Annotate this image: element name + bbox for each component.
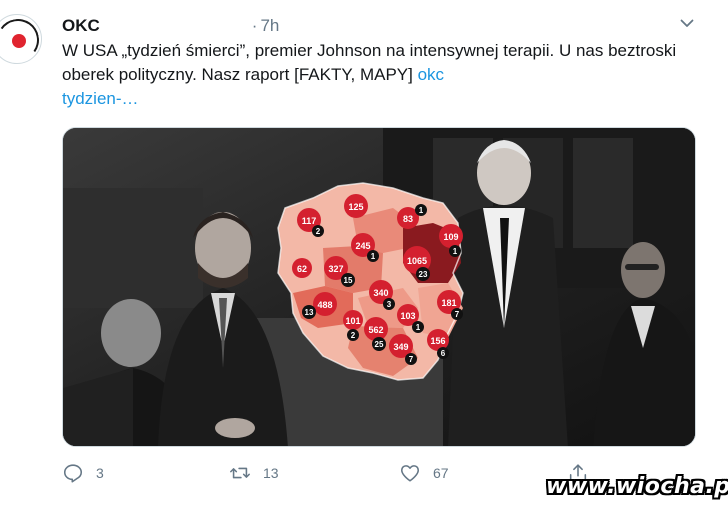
cases-label: 125 <box>348 202 363 212</box>
deaths-label: 1 <box>416 323 421 332</box>
deaths-label: 25 <box>375 340 384 349</box>
like-button[interactable]: 67 <box>399 458 449 488</box>
cases-label: 109 <box>443 232 458 242</box>
region-label: 125 <box>344 194 368 218</box>
deaths-label: 7 <box>409 355 414 364</box>
cases-label: 103 <box>400 311 415 321</box>
deaths-label: 2 <box>351 331 356 340</box>
deaths-label: 1 <box>419 206 424 215</box>
cases-label: 1065 <box>407 256 427 266</box>
cases-label: 101 <box>345 316 360 326</box>
like-count: 67 <box>433 465 449 481</box>
region-label: 62 <box>292 258 312 278</box>
watermark: www.wiocha.pl <box>546 474 728 499</box>
cases-label: 488 <box>317 300 332 310</box>
deaths-label: 1 <box>453 247 458 256</box>
cases-label: 327 <box>328 264 343 274</box>
tweet-text-body: W USA „tydzień śmierci”, premier Johnson… <box>62 41 677 84</box>
tweet-time[interactable]: 7h <box>260 16 279 36</box>
tweet-link-end[interactable]: tydzien-… <box>62 89 139 108</box>
cases-label: 83 <box>403 214 413 224</box>
redacted-handle <box>101 17 252 35</box>
avatar-dot <box>12 34 26 48</box>
redacted-link <box>444 68 563 83</box>
deaths-label: 15 <box>344 276 353 285</box>
avatar[interactable] <box>0 14 42 64</box>
deaths-label: 6 <box>441 349 446 358</box>
retweet-button[interactable]: 13 <box>229 458 279 488</box>
reply-icon <box>63 464 83 483</box>
retweet-icon <box>230 467 250 479</box>
chevron-down-icon[interactable] <box>680 16 694 30</box>
tweet-header: OKC · 7h <box>62 15 279 37</box>
tweet-image[interactable]: 125 83 1 117 2 109 1 245 1 1065 23 62 32… <box>62 127 696 447</box>
heart-icon <box>400 465 420 482</box>
cases-label: 117 <box>302 216 317 226</box>
cases-label: 245 <box>355 241 370 251</box>
cases-label: 181 <box>441 298 456 308</box>
cases-label: 349 <box>393 342 408 352</box>
deaths-label: 1 <box>371 252 376 261</box>
cases-label: 562 <box>368 325 383 335</box>
tweet-text: W USA „tydzień śmierci”, premier Johnson… <box>62 39 702 111</box>
photo-with-map: 125 83 1 117 2 109 1 245 1 1065 23 62 32… <box>63 128 695 446</box>
cases-label: 340 <box>373 288 388 298</box>
reply-count: 3 <box>96 465 104 481</box>
deaths-label: 23 <box>419 270 428 279</box>
deaths-label: 2 <box>316 227 321 236</box>
deaths-label: 7 <box>455 310 460 319</box>
cases-label: 62 <box>297 264 307 274</box>
tweet[interactable]: OKC · 7h W USA „tydzień śmierci”, premie… <box>0 0 728 514</box>
deaths-label: 3 <box>387 300 392 309</box>
display-name[interactable]: OKC <box>62 16 100 36</box>
deaths-label: 13 <box>305 308 314 317</box>
reply-button[interactable]: 3 <box>62 458 104 488</box>
tweet-link-start[interactable]: okc <box>418 65 444 84</box>
cases-label: 156 <box>430 336 445 346</box>
retweet-count: 13 <box>263 465 279 481</box>
separator-dot: · <box>251 16 258 35</box>
